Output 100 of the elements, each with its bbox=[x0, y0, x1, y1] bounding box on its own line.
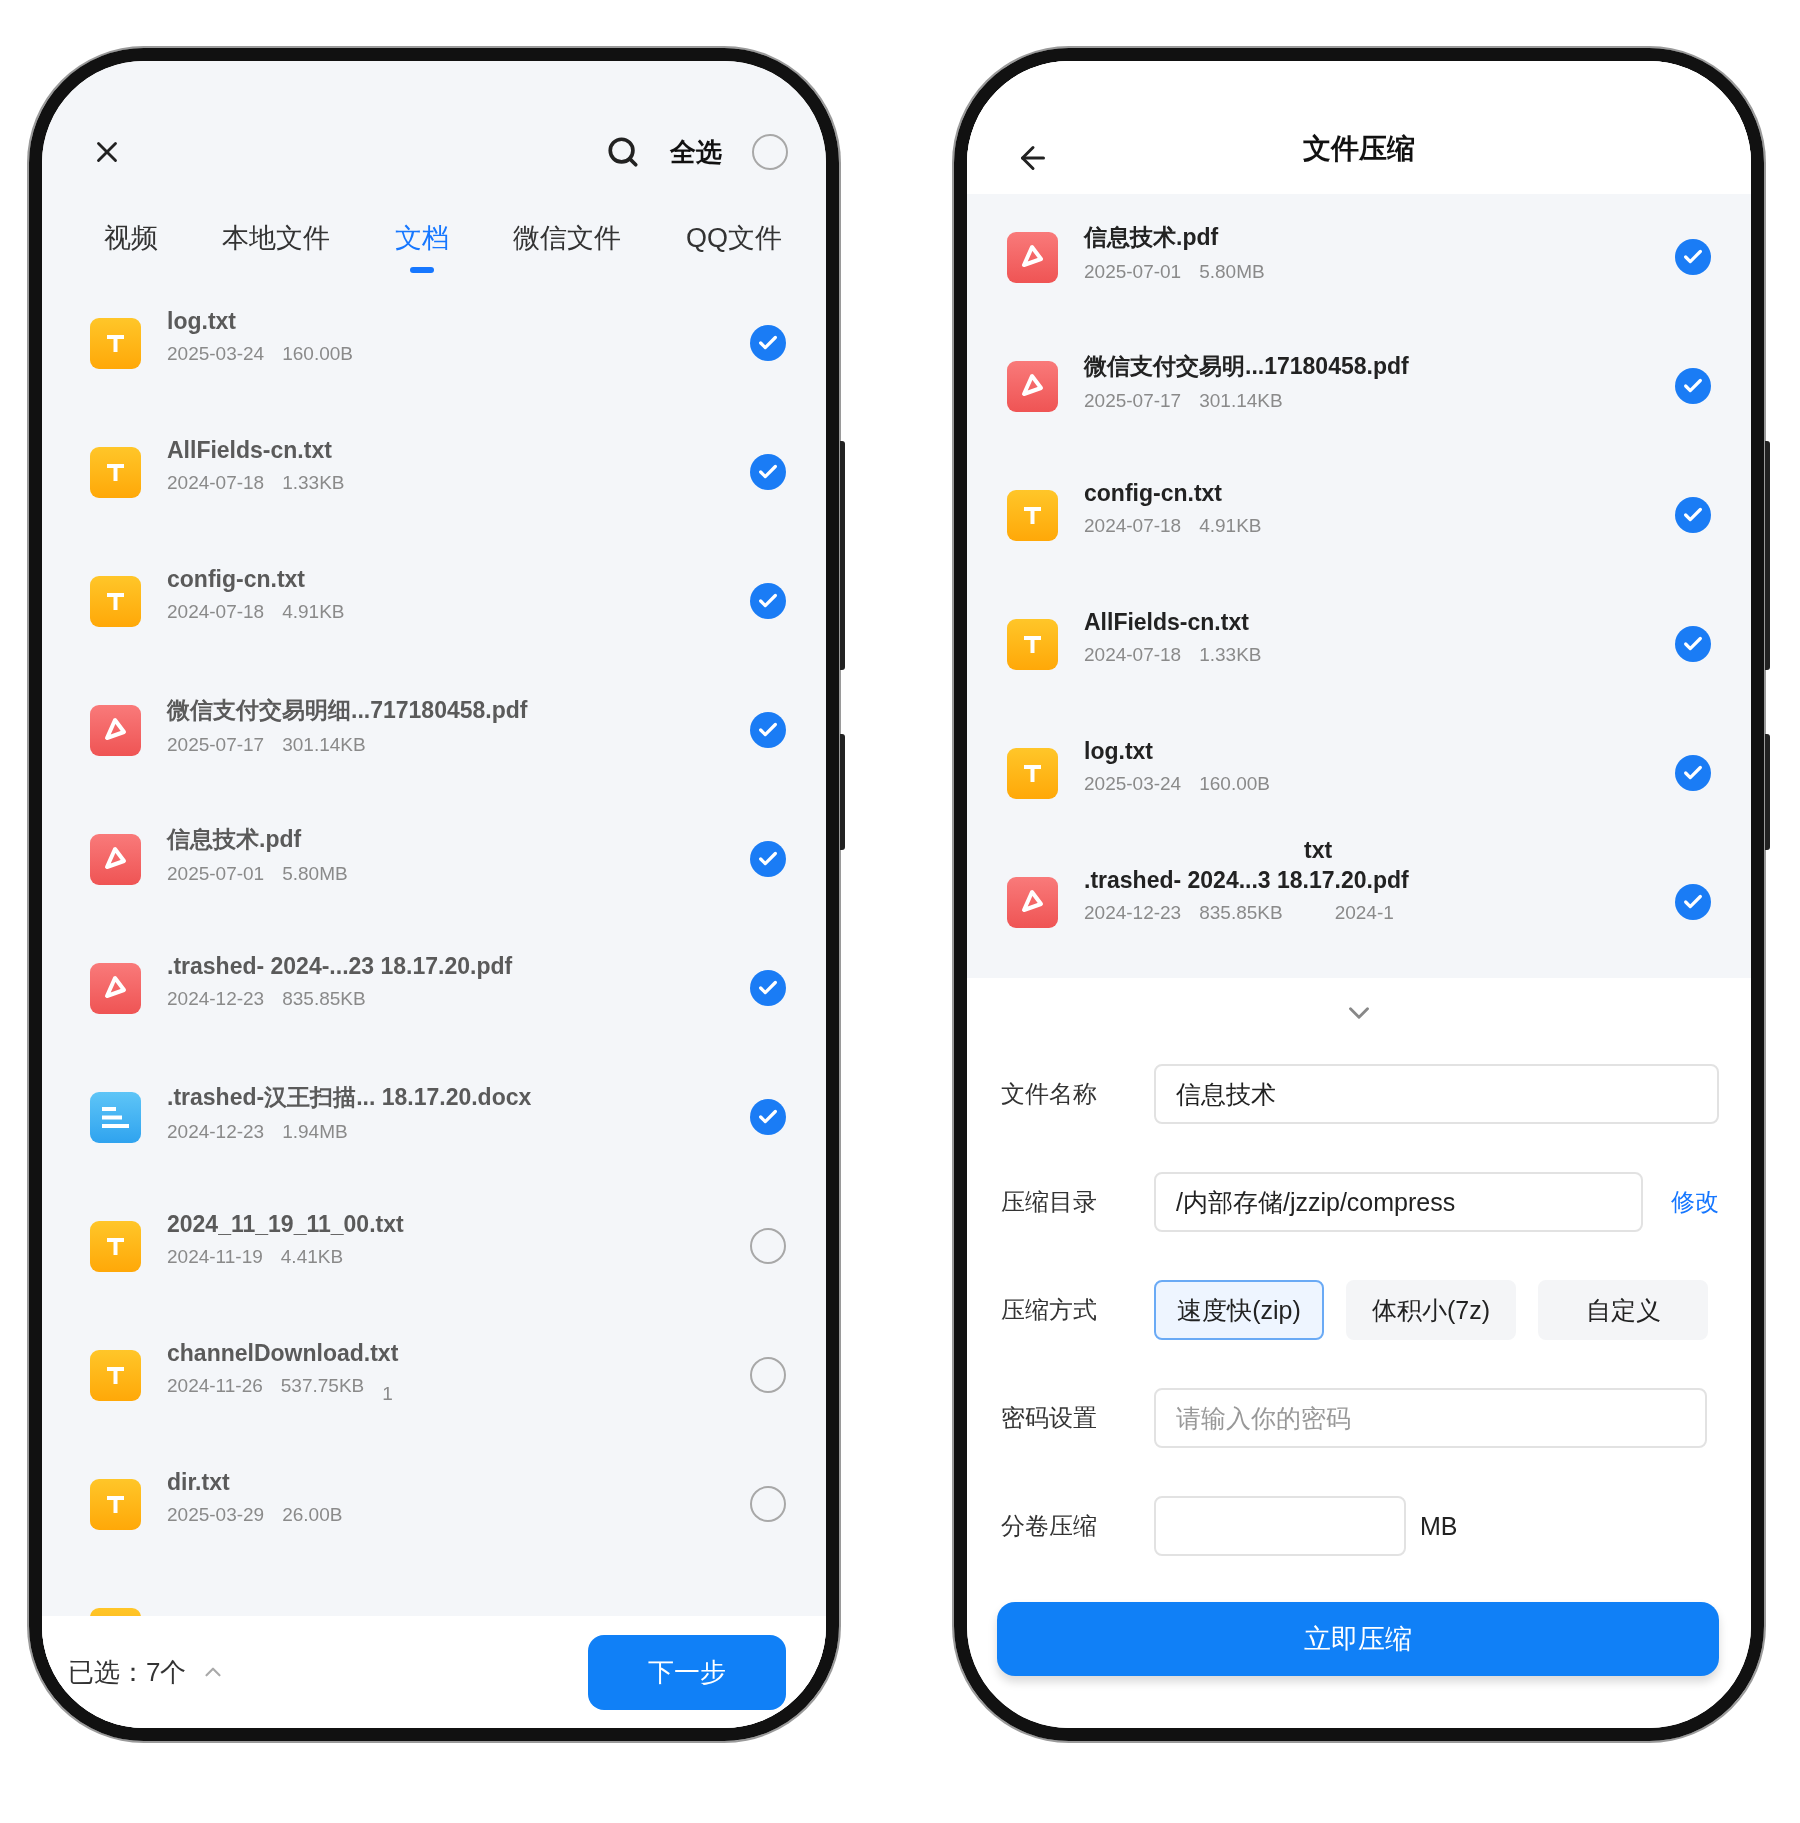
text-file-icon bbox=[90, 1350, 141, 1401]
file-name: AllFields-cn.txt bbox=[167, 437, 333, 464]
file-size: 1.94MB bbox=[282, 1121, 348, 1143]
text-file-icon bbox=[90, 576, 141, 627]
unit-label: MB bbox=[1420, 1511, 1458, 1541]
checkbox[interactable] bbox=[1675, 884, 1711, 920]
checkbox[interactable] bbox=[1675, 497, 1711, 533]
compress-button[interactable]: 立即压缩 bbox=[997, 1602, 1719, 1676]
split-size-field[interactable] bbox=[1154, 1496, 1406, 1556]
file-date: 2024-07-18 bbox=[167, 601, 265, 623]
file-size: 160.00B bbox=[282, 343, 353, 365]
edit-link[interactable]: 修改 bbox=[1671, 1186, 1719, 1218]
file-name: .trashed- 2024...3 18.17.20.pdf bbox=[1084, 867, 1410, 894]
pdf-file-icon bbox=[90, 963, 141, 1014]
stray-text: txt bbox=[1304, 837, 1333, 864]
file-name: log.txt bbox=[167, 308, 237, 335]
tab[interactable]: 文档 bbox=[394, 221, 449, 273]
field-label: 密码设置 bbox=[1000, 1403, 1098, 1433]
file-date: 2025-03-24 bbox=[1084, 773, 1182, 795]
select-all-checkbox[interactable] bbox=[752, 134, 788, 170]
pdf-file-icon bbox=[1007, 232, 1058, 283]
file-date: 2024-12-23 bbox=[1084, 902, 1182, 924]
file-date: 2024-07-18 bbox=[167, 472, 265, 494]
file-date: 2025-07-01 bbox=[1084, 261, 1182, 283]
file-size: 301.14KB bbox=[1199, 390, 1283, 412]
tab[interactable]: 微信文件 bbox=[513, 221, 622, 255]
file-date: 2025-07-01 bbox=[167, 863, 265, 885]
text-file-icon bbox=[90, 1479, 141, 1530]
tab[interactable]: 本地文件 bbox=[222, 221, 331, 255]
stray-text: 1 bbox=[382, 1383, 393, 1405]
checkbox[interactable] bbox=[750, 970, 786, 1006]
checkbox[interactable] bbox=[750, 583, 786, 619]
field-label: 压缩目录 bbox=[1000, 1187, 1098, 1217]
search-icon[interactable] bbox=[606, 135, 640, 169]
file-name: config-cn.txt bbox=[167, 566, 306, 593]
file-date: 2024-11-19 bbox=[167, 1246, 263, 1268]
text-file-icon bbox=[1007, 748, 1058, 799]
file-size: 5.80MB bbox=[1199, 261, 1265, 283]
file-name: .trashed-汉王扫描... 18.17.20.docx bbox=[167, 1083, 533, 1112]
file-date: 2024-12-23 bbox=[167, 988, 265, 1010]
checkbox[interactable] bbox=[1675, 368, 1711, 404]
text-file-icon bbox=[1007, 619, 1058, 670]
file-date: 2024-11-26 bbox=[167, 1375, 263, 1397]
method-option[interactable]: 体积小(7z) bbox=[1346, 1280, 1516, 1340]
next-button[interactable]: 下一步 bbox=[588, 1634, 786, 1710]
method-option[interactable]: 速度快(zip) bbox=[1154, 1280, 1324, 1340]
file-size: 26.00B bbox=[282, 1504, 343, 1526]
checkbox[interactable] bbox=[750, 325, 786, 361]
file-date: 2025-03-29 bbox=[167, 1504, 265, 1526]
file-date: 2024-12-23 bbox=[167, 1121, 265, 1143]
file-name: 2024_11_19_11_00.txt bbox=[167, 1211, 405, 1238]
checkbox[interactable] bbox=[750, 454, 786, 490]
stray-text: 2024-1 bbox=[1334, 902, 1394, 924]
file-name: dir.txt bbox=[167, 1469, 231, 1496]
directory-field[interactable]: /内部存储/jzzip/compress bbox=[1154, 1172, 1643, 1232]
pdf-file-icon bbox=[90, 834, 141, 885]
file-size: 4.91KB bbox=[1199, 515, 1262, 537]
file-size: 835.85KB bbox=[282, 988, 366, 1010]
checkbox[interactable] bbox=[750, 841, 786, 877]
file-size: 537.75KB bbox=[280, 1375, 365, 1397]
pdf-file-icon bbox=[1007, 361, 1058, 412]
method-option[interactable]: 自定义 bbox=[1538, 1280, 1708, 1340]
file-size: 4.41KB bbox=[280, 1246, 344, 1268]
file-name-field[interactable]: 信息技术 bbox=[1154, 1064, 1719, 1124]
file-name: log.txt bbox=[1084, 738, 1154, 765]
password-field[interactable]: 请输入你的密码 bbox=[1154, 1388, 1707, 1448]
file-date: 2024-07-18 bbox=[1084, 515, 1182, 537]
file-date: 2025-03-24 bbox=[167, 343, 265, 365]
file-size: 835.85KB bbox=[1199, 902, 1283, 924]
file-date: 2025-07-17 bbox=[1084, 390, 1182, 412]
checkbox[interactable] bbox=[750, 1486, 786, 1522]
field-label: 分卷压缩 bbox=[1000, 1511, 1098, 1541]
file-name: 微信支付交易明...17180458.pdf bbox=[1084, 352, 1410, 381]
field-label: 文件名称 bbox=[1000, 1079, 1098, 1109]
selected-count: 已选：7个 bbox=[68, 1655, 187, 1689]
file-size: 5.80MB bbox=[282, 863, 348, 885]
field-label: 压缩方式 bbox=[1000, 1295, 1098, 1325]
file-size: 1.33KB bbox=[1199, 644, 1262, 666]
file-name: 信息技术.pdf bbox=[167, 825, 303, 854]
file-name: channelDownload.txt bbox=[167, 1340, 400, 1367]
checkbox[interactable] bbox=[1675, 239, 1711, 275]
checkbox[interactable] bbox=[750, 1228, 786, 1264]
checkbox[interactable] bbox=[750, 712, 786, 748]
file-name: AllFields-cn.txt bbox=[1084, 609, 1250, 636]
file-name: 信息技术.pdf bbox=[1084, 223, 1220, 252]
file-size: 301.14KB bbox=[282, 734, 366, 756]
checkbox[interactable] bbox=[1675, 755, 1711, 791]
screen-title: 文件压缩 bbox=[1303, 132, 1415, 166]
checkbox[interactable] bbox=[1675, 626, 1711, 662]
checkbox[interactable] bbox=[750, 1099, 786, 1135]
checkbox[interactable] bbox=[750, 1357, 786, 1393]
file-date: 2025-07-17 bbox=[167, 734, 265, 756]
file-name: config-cn.txt bbox=[1084, 480, 1223, 507]
tab[interactable]: 视频 bbox=[104, 221, 158, 255]
tab[interactable]: QQ文件 bbox=[685, 221, 782, 255]
select-all-label[interactable]: 全选 bbox=[670, 134, 722, 170]
text-file-icon bbox=[90, 447, 141, 498]
file-size: 1.33KB bbox=[282, 472, 345, 494]
file-name: .trashed- 2024-...23 18.17.20.pdf bbox=[167, 953, 514, 980]
document-file-icon bbox=[90, 1092, 141, 1143]
